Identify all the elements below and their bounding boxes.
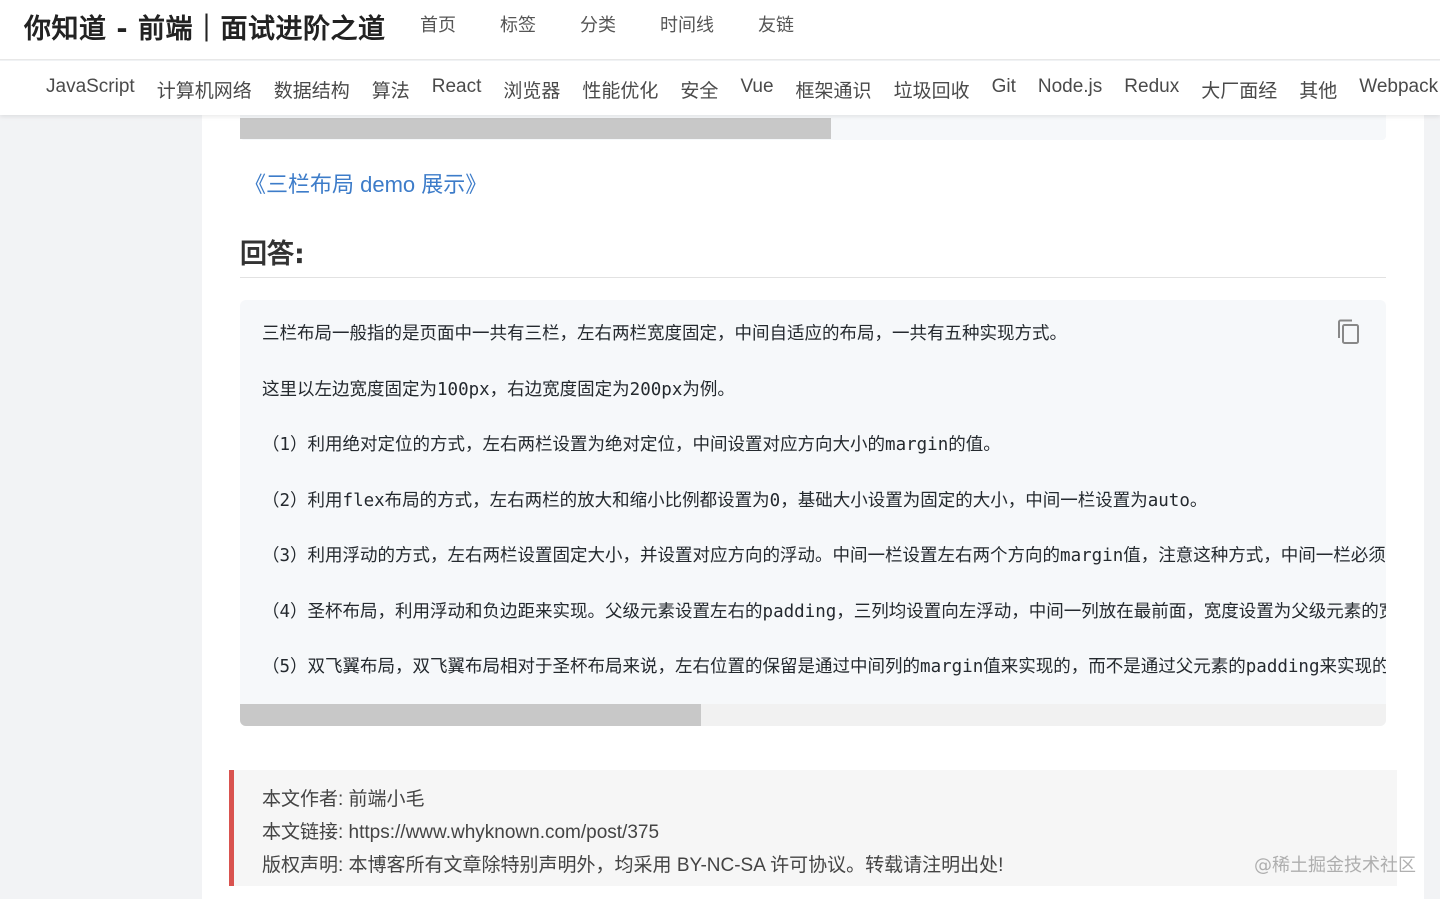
nav-categories[interactable]: 分类	[580, 11, 616, 37]
answer-heading: 回答:	[240, 239, 305, 270]
tag-webpack[interactable]: Webpack	[1359, 76, 1438, 103]
code-line: （1）利用绝对定位的方式，左右两栏设置为绝对定位，中间设置对应方向大小的marg…	[262, 435, 1001, 455]
tag-framework-basics[interactable]: 框架通识	[796, 76, 872, 103]
tag-garbage-collection[interactable]: 垃圾回收	[894, 76, 970, 103]
tag-network[interactable]: 计算机网络	[157, 76, 252, 103]
nav-home[interactable]: 首页	[420, 11, 456, 37]
tag-performance[interactable]: 性能优化	[582, 76, 658, 103]
copy-icon[interactable]	[1336, 318, 1362, 346]
tag-redux[interactable]: Redux	[1124, 76, 1179, 103]
site-title[interactable]: 你知道 - 前端｜面试进阶之道	[24, 7, 386, 46]
tag-vue[interactable]: Vue	[740, 76, 773, 103]
code-line: 三栏布局一般指的是页面中一共有三栏，左右两栏宽度固定，中间自适应的布局，一共有五…	[262, 324, 1067, 344]
nav-friend-links[interactable]: 友链	[758, 11, 794, 37]
tag-react[interactable]: React	[432, 76, 482, 103]
tag-nodejs[interactable]: Node.js	[1038, 76, 1102, 103]
watermark: @稀土掘金技术社区	[1254, 855, 1416, 876]
previous-code-scrollbar[interactable]	[240, 118, 831, 139]
article-card: 《三栏布局 demo 展示》 回答: 三栏布局一般指的是页面中一共有三栏，左右两…	[202, 110, 1424, 899]
code-line: （5）双飞翼布局，双飞翼布局相对于圣杯布局来说，左右位置的保留是通过中间列的ma…	[262, 657, 1386, 677]
tag-git[interactable]: Git	[992, 76, 1016, 103]
code-line: （2）利用flex布局的方式，左右两栏的放大和缩小比例都设置为0，基础大小设置为…	[262, 490, 1208, 511]
tag-interviews[interactable]: 大厂面经	[1201, 76, 1277, 103]
copyright-license: 版权声明: 本博客所有文章除特别声明外，均采用 BY-NC-SA 许可协议。转载…	[262, 855, 1004, 876]
nav-timeline[interactable]: 时间线	[660, 11, 714, 37]
tag-bar: JavaScript 计算机网络 数据结构 算法 React 浏览器 性能优化 …	[0, 61, 1440, 115]
code-line: 这里以左边宽度固定为100px，右边宽度固定为200px为例。	[262, 379, 735, 400]
tag-algorithms[interactable]: 算法	[372, 76, 410, 103]
tag-other[interactable]: 其他	[1299, 76, 1337, 103]
copyright-box: 本文作者: 前端小毛 本文链接: https://www.whyknown.co…	[229, 770, 1397, 886]
nav-tags[interactable]: 标签	[500, 11, 536, 37]
code-line: （3）利用浮动的方式，左右两栏设置固定大小，并设置对应方向的浮动。中间一栏设置左…	[262, 546, 1386, 566]
copyright-link[interactable]: 本文链接: https://www.whyknown.com/post/375	[262, 817, 659, 844]
tag-javascript[interactable]: JavaScript	[46, 76, 135, 103]
copyright-author: 本文作者: 前端小毛	[262, 789, 425, 810]
tag-list: JavaScript 计算机网络 数据结构 算法 React 浏览器 性能优化 …	[46, 76, 1440, 103]
heading-divider	[240, 277, 1386, 278]
tag-security[interactable]: 安全	[680, 76, 718, 103]
main-nav: 首页 标签 分类 时间线 友链	[420, 11, 838, 37]
code-line: （4）圣杯布局，利用浮动和负边距来实现。父级元素设置左右的padding，三列均…	[262, 601, 1386, 622]
code-lines: 三栏布局一般指的是页面中一共有三栏，左右两栏宽度固定，中间自适应的布局，一共有五…	[262, 322, 1386, 711]
answer-code-block: 三栏布局一般指的是页面中一共有三栏，左右两栏宽度固定，中间自适应的布局，一共有五…	[240, 300, 1386, 726]
code-scrollbar-thumb[interactable]	[240, 704, 701, 726]
code-scrollbar[interactable]	[240, 704, 1386, 726]
demo-link[interactable]: 《三栏布局 demo 展示》	[244, 167, 487, 199]
top-header: 你知道 - 前端｜面试进阶之道 首页 标签 分类 时间线 友链	[0, 0, 1440, 60]
tag-data-structures[interactable]: 数据结构	[274, 76, 350, 103]
tag-browser[interactable]: 浏览器	[503, 76, 560, 103]
